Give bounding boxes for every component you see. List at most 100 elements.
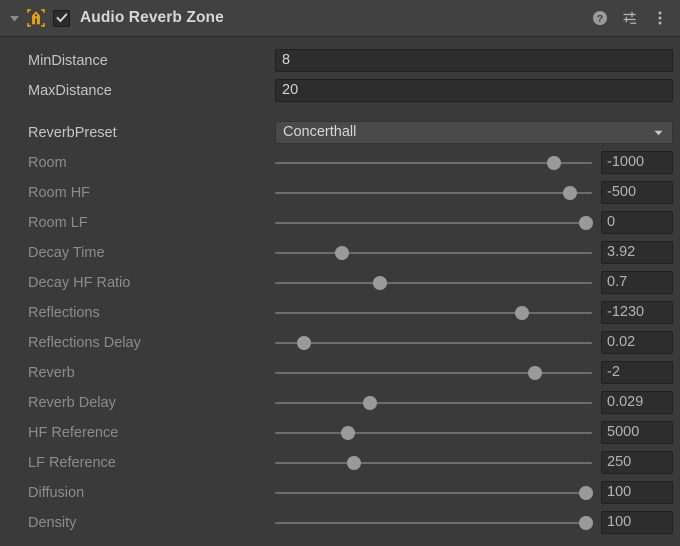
slider-thumb[interactable] [515, 306, 530, 320]
preset-sliders-icon[interactable] [622, 10, 638, 26]
value-input-reverb-delay[interactable]: 0.029 [601, 391, 673, 414]
slider-thumb[interactable] [340, 426, 355, 440]
slider-thumb[interactable] [347, 456, 362, 470]
value-input-room-lf[interactable]: 0 [601, 211, 673, 234]
input-mindistance[interactable]: 8 [275, 49, 673, 72]
value-input-room-hf[interactable]: -500 [601, 181, 673, 204]
property-label-maxdistance: MaxDistance [28, 83, 112, 99]
property-row-decay-time: Decay Time 3.92 [0, 238, 680, 268]
slider-decay-time[interactable] [275, 238, 592, 268]
value-input-room[interactable]: -1000 [601, 151, 673, 174]
value-input-reverb[interactable]: -2 [601, 361, 673, 384]
audio-reverb-zone-inspector: Audio Reverb Zone ? MinDistance 8 MaxDis… [0, 0, 680, 546]
property-label-reflections: Reflections [28, 305, 100, 321]
property-row-reverbpreset: ReverbPreset Concerthall [0, 118, 680, 148]
slider-thumb[interactable] [546, 156, 561, 170]
component-enabled-checkbox[interactable] [53, 9, 70, 27]
slider-track[interactable] [275, 462, 592, 464]
slider-thumb[interactable] [527, 366, 542, 380]
property-label-density: Density [28, 515, 77, 531]
dropdown-selected-value: Concerthall [283, 124, 357, 140]
property-row-lf-reference: LF Reference 250 [0, 448, 680, 478]
property-label-reverb: Reverb [28, 365, 75, 381]
property-label-hf-reference: HF Reference [28, 425, 119, 441]
slider-track[interactable] [275, 432, 592, 434]
slider-room-hf[interactable] [275, 178, 592, 208]
property-label-room-hf: Room HF [28, 185, 91, 201]
value-input-reflections[interactable]: -1230 [601, 301, 673, 324]
property-list: MinDistance 8 MaxDistance 20 ReverbPreset Con… [0, 37, 680, 538]
property-row-reflections-delay: Reflections Delay 0.02 [0, 328, 680, 358]
value-input-reflections-delay[interactable]: 0.02 [601, 331, 673, 354]
property-row-room-hf: Room HF -500 [0, 178, 680, 208]
svg-text:?: ? [597, 13, 603, 25]
slider-track[interactable] [275, 372, 592, 374]
slider-thumb[interactable] [296, 336, 311, 350]
slider-thumb[interactable] [562, 186, 577, 200]
header-icon-group: ? [592, 10, 668, 26]
property-label-reverbpreset: ReverbPreset [28, 125, 117, 141]
slider-track[interactable] [275, 282, 592, 284]
property-label-decay-time: Decay Time [28, 245, 105, 261]
slider-thumb[interactable] [578, 516, 593, 530]
property-row-maxdistance: MaxDistance 20 [0, 76, 680, 106]
slider-track[interactable] [275, 342, 592, 344]
property-label-reflections-delay: Reflections Delay [28, 335, 141, 351]
slider-track[interactable] [275, 252, 592, 254]
property-label-diffusion: Diffusion [28, 485, 85, 501]
slider-thumb[interactable] [334, 246, 349, 260]
property-row-reverb-delay: Reverb Delay 0.029 [0, 388, 680, 418]
slider-track[interactable] [275, 492, 592, 494]
value-input-decay-hf-ratio[interactable]: 0.7 [601, 271, 673, 294]
slider-reverb[interactable] [275, 358, 592, 388]
slider-thumb[interactable] [578, 216, 593, 230]
property-label-decay-hf-ratio: Decay HF Ratio [28, 275, 131, 291]
slider-thumb[interactable] [372, 276, 387, 290]
slider-hf-reference[interactable] [275, 418, 592, 448]
property-row-reverb: Reverb -2 [0, 358, 680, 388]
component-title: Audio Reverb Zone [80, 9, 224, 26]
slider-decay-hf-ratio[interactable] [275, 268, 592, 298]
input-maxdistance[interactable]: 20 [275, 79, 673, 102]
value-input-density[interactable]: 100 [601, 511, 673, 534]
slider-reflections-delay[interactable] [275, 328, 592, 358]
slider-thumb[interactable] [363, 396, 378, 410]
help-icon[interactable]: ? [592, 10, 608, 26]
triangle-down-icon[interactable] [7, 11, 22, 26]
slider-track[interactable] [275, 312, 592, 314]
slider-room-lf[interactable] [275, 208, 593, 238]
property-label-room-lf: Room LF [28, 215, 88, 231]
slider-track[interactable] [275, 162, 592, 164]
value-input-lf-reference[interactable]: 250 [601, 451, 673, 474]
property-row-room-lf: Room LF 0 [0, 208, 680, 238]
component-header: Audio Reverb Zone ? [0, 0, 680, 37]
slider-diffusion[interactable] [275, 478, 593, 508]
property-row-hf-reference: HF Reference 5000 [0, 418, 680, 448]
more-menu-icon[interactable] [652, 10, 668, 26]
property-label-lf-reference: LF Reference [28, 455, 116, 471]
value-input-hf-reference[interactable]: 5000 [601, 421, 673, 444]
dropdown-reverbpreset[interactable]: Concerthall [275, 121, 673, 144]
value-input-decay-time[interactable]: 3.92 [601, 241, 673, 264]
property-row-reflections: Reflections -1230 [0, 298, 680, 328]
value-input-diffusion[interactable]: 100 [601, 481, 673, 504]
slider-room[interactable] [275, 148, 592, 178]
property-row-diffusion: Diffusion 100 [0, 478, 680, 508]
property-row-mindistance: MinDistance 8 [0, 46, 680, 76]
slider-thumb[interactable] [578, 486, 593, 500]
property-row-density: Density 100 [0, 508, 680, 538]
slider-track[interactable] [275, 522, 592, 524]
slider-track[interactable] [275, 222, 592, 224]
property-label-room: Room [28, 155, 67, 171]
slider-reverb-delay[interactable] [275, 388, 592, 418]
slider-density[interactable] [275, 508, 593, 538]
slider-track[interactable] [275, 402, 592, 404]
row-spacer [0, 106, 680, 118]
slider-reflections[interactable] [275, 298, 592, 328]
slider-lf-reference[interactable] [275, 448, 592, 478]
audio-reverb-zone-icon [26, 8, 46, 28]
slider-track[interactable] [275, 192, 592, 194]
property-row-decay-hf-ratio: Decay HF Ratio 0.7 [0, 268, 680, 298]
checkmark-icon [55, 13, 68, 23]
chevron-down-icon [649, 127, 667, 138]
